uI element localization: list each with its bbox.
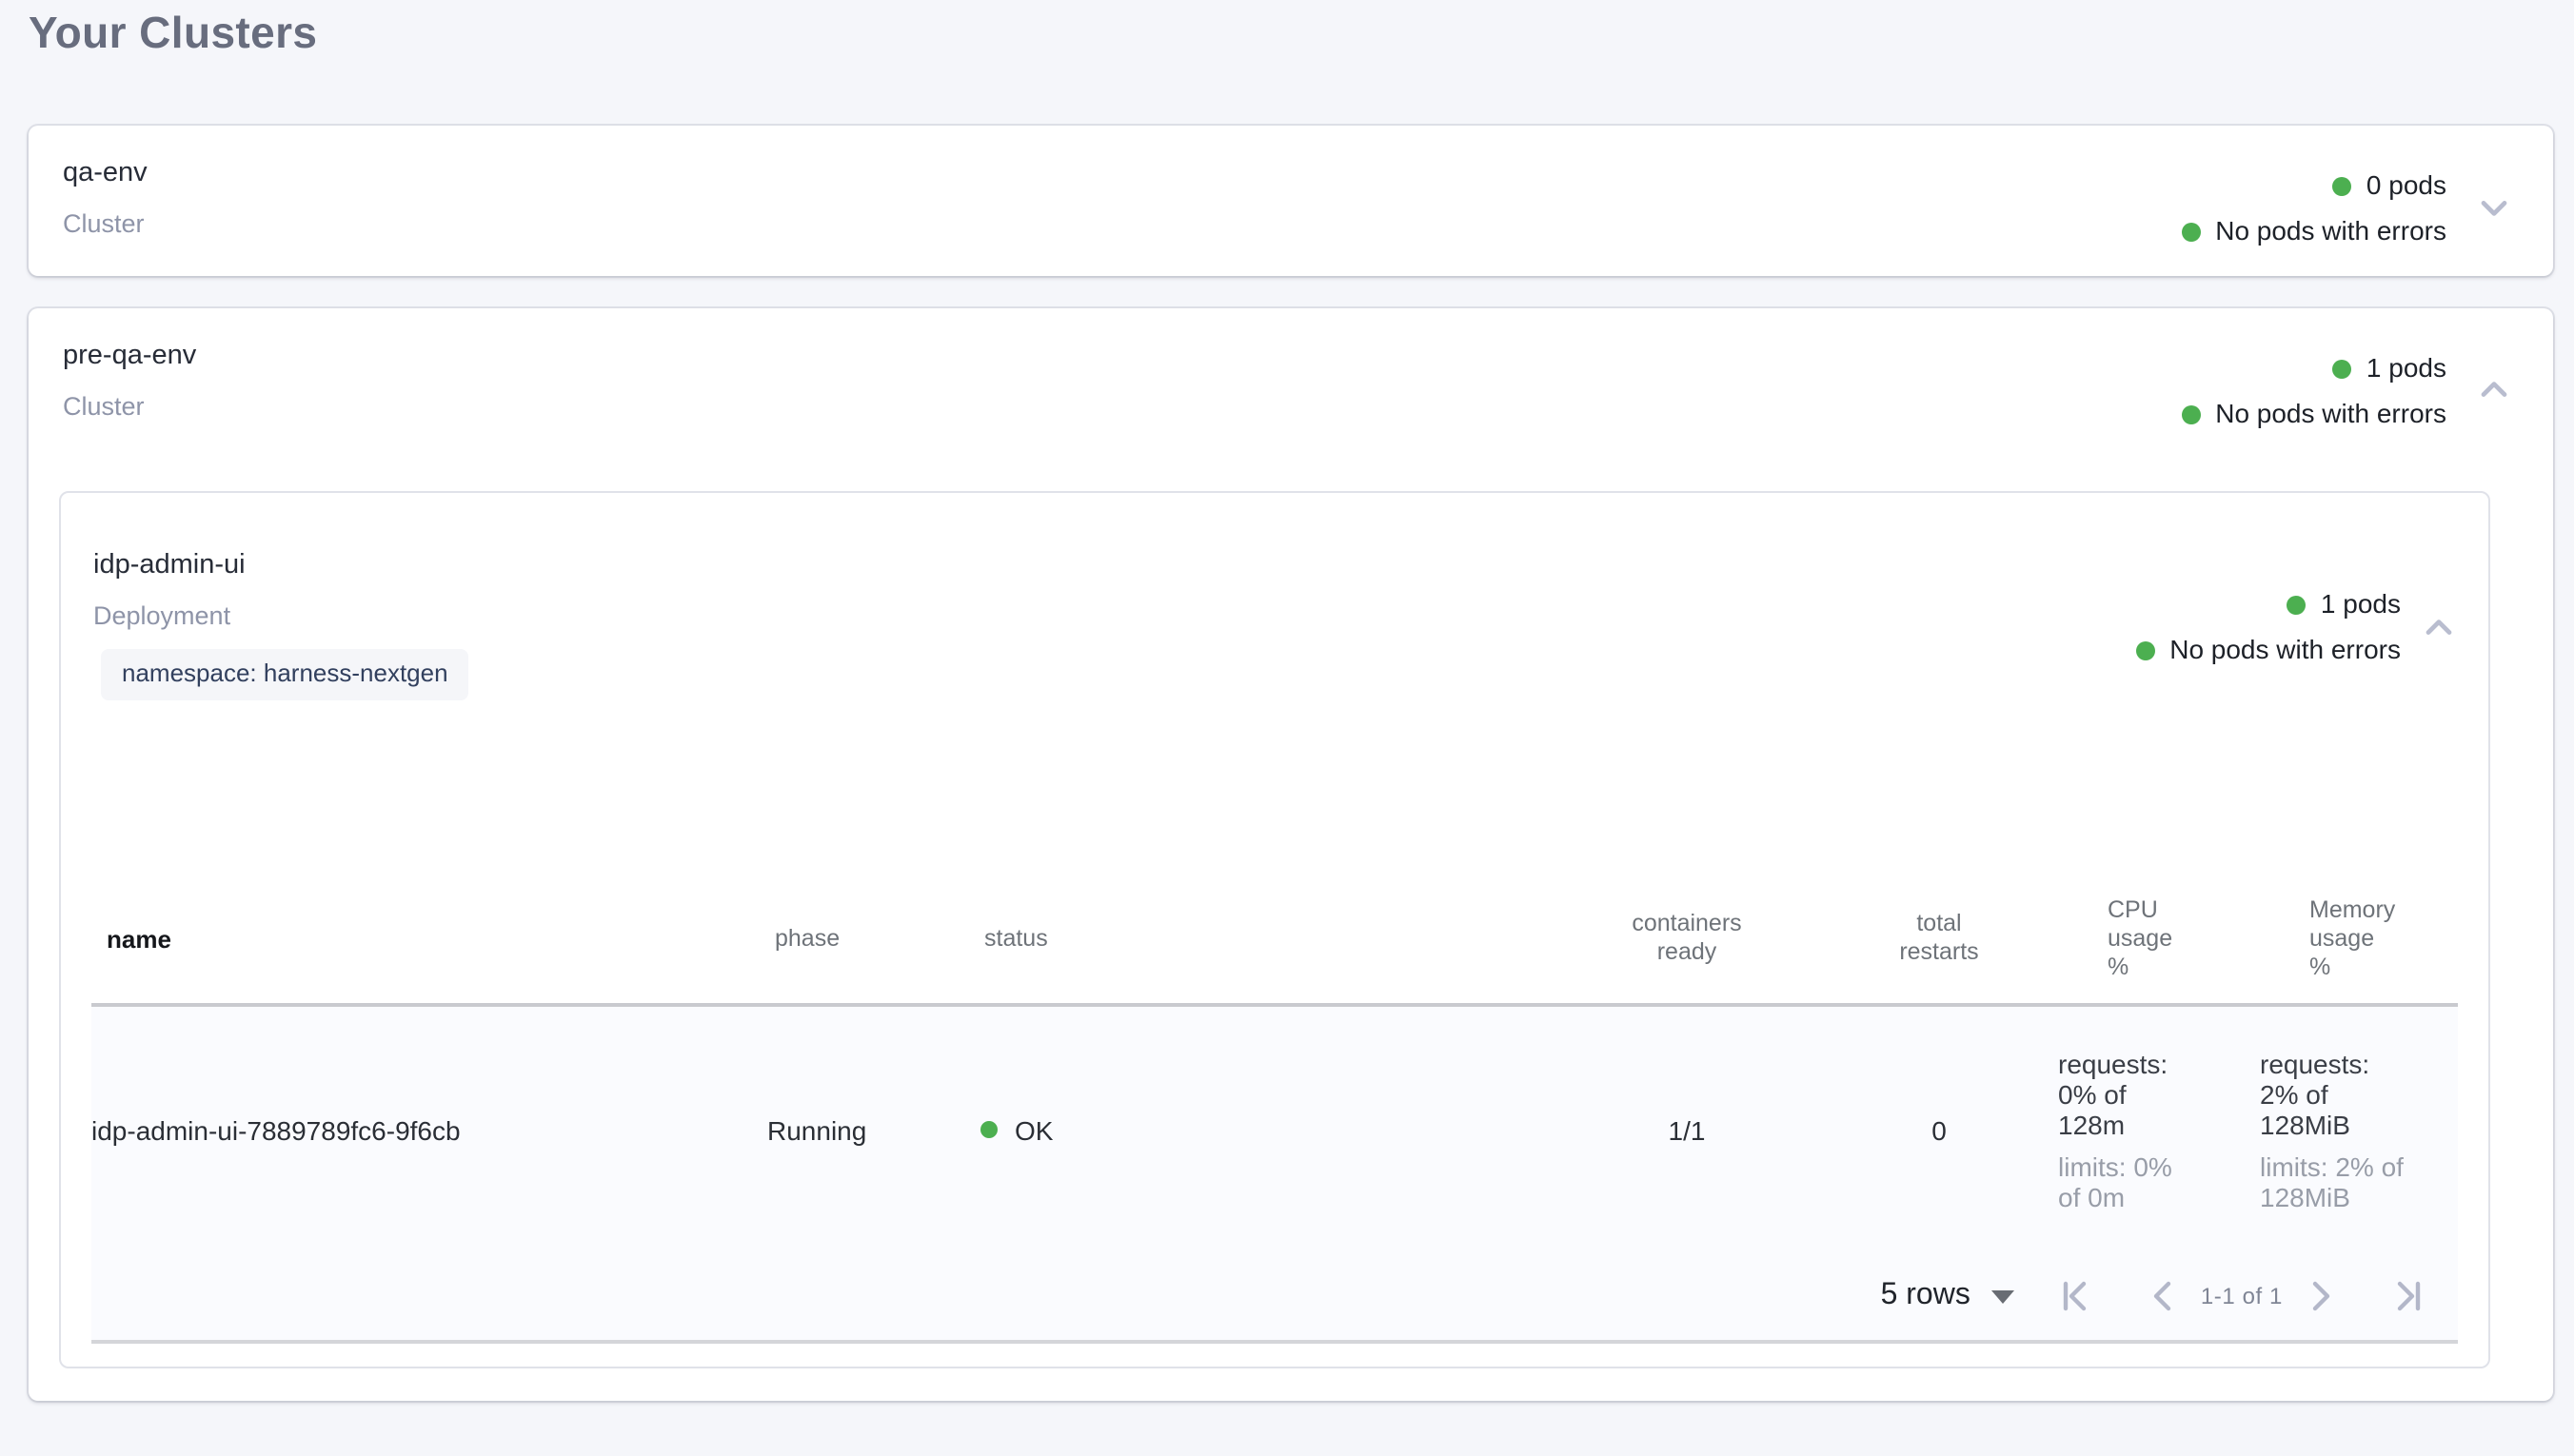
status-dot-icon [2181, 404, 2200, 423]
cpu-requests-label: requests: 0% of 128m [2058, 1048, 2260, 1139]
previous-page-button[interactable] [2140, 1273, 2186, 1319]
deployment-type-label: Deployment [93, 601, 2488, 630]
pods-count-label: 0 pods [2366, 169, 2446, 202]
table-header-row: name phase status containers ready total… [91, 874, 2458, 1005]
deployment-name: idp-admin-ui [93, 550, 2488, 580]
column-header-name: name [91, 874, 767, 1005]
pod-phase-cell: Running [767, 1005, 969, 1252]
cpu-limits-label: limits: 0% of 0m [2058, 1151, 2260, 1211]
memory-requests-label: requests: 2% of 128MiB [2260, 1048, 2458, 1139]
deployment-card: idp-admin-ui Deployment namespace: harne… [59, 491, 2490, 1368]
cluster-type-label: Cluster [63, 392, 196, 421]
chevron-up-icon[interactable] [2473, 369, 2515, 411]
status-dot-icon [2181, 222, 2200, 241]
chevron-down-icon[interactable] [2473, 187, 2515, 228]
first-page-button[interactable] [2052, 1273, 2098, 1319]
cpu-usage-cell: requests: 0% of 128m limits: 0% of 0m [2058, 1005, 2260, 1252]
pods-count-row: 1 pods [2332, 352, 2446, 384]
cluster-titles: qa-env Cluster [63, 158, 148, 238]
pods-summary: 1 pods No pods with errors [2181, 341, 2446, 430]
column-header-status: status [969, 874, 1554, 1005]
last-page-button[interactable] [2386, 1273, 2431, 1319]
pods-errors-row: No pods with errors [2181, 215, 2446, 247]
status-dot-icon [2332, 359, 2351, 378]
column-header-cpu-usage: CPU usage % [2058, 874, 2260, 1005]
status-dot-icon [2332, 176, 2351, 195]
cluster-name: pre-qa-env [63, 341, 196, 371]
cluster-card-header[interactable]: qa-env Cluster 0 pods No pods with error… [29, 126, 2553, 247]
pods-errors-label: No pods with errors [2215, 215, 2446, 247]
next-page-button[interactable] [2298, 1273, 2344, 1319]
pod-status-label: OK [1015, 1114, 1053, 1145]
column-header-phase: phase [767, 874, 969, 1005]
rows-per-page-select[interactable]: 5 rows [1881, 1279, 2014, 1313]
pods-count-row: 0 pods [2332, 169, 2446, 202]
chevron-up-icon[interactable] [2418, 607, 2460, 649]
pagination-row: 5 rows 1-1 of 1 [91, 1252, 2458, 1342]
pods-count-label: 1 pods [2366, 352, 2446, 384]
column-header-memory-usage: Memory usage % [2260, 874, 2458, 1005]
clusters-page: Your Clusters qa-env Cluster 0 pods No p… [0, 8, 2574, 1456]
pods-table: name phase status containers ready total… [91, 874, 2458, 1344]
pagination: 5 rows 1-1 of 1 [91, 1273, 2458, 1319]
pods-table-wrap: name phase status containers ready total… [91, 874, 2458, 1344]
memory-usage-cell: requests: 2% of 128MiB limits: 2% of 128… [2260, 1005, 2458, 1252]
pods-count-row: 1 pods [2287, 588, 2401, 620]
deployment-header: idp-admin-ui Deployment namespace: harne… [61, 493, 2488, 700]
status-dot-icon [980, 1121, 998, 1138]
cluster-type-label: Cluster [63, 209, 148, 238]
pod-name-cell: idp-admin-ui-7889789fc6-9f6cb [91, 1005, 767, 1252]
status-dot-icon [2287, 595, 2306, 614]
column-header-containers-ready: containers ready [1554, 874, 1820, 1005]
cluster-card-pre-qa-env: pre-qa-env Cluster 1 pods No pods with e… [29, 308, 2553, 1401]
cluster-titles: pre-qa-env Cluster [63, 341, 196, 421]
pods-count-label: 1 pods [2321, 588, 2401, 620]
memory-limits-label: limits: 2% of 128MiB [2260, 1151, 2458, 1211]
pods-summary: 0 pods No pods with errors [2181, 158, 2446, 247]
pods-summary: 1 pods No pods with errors [2135, 588, 2401, 666]
cluster-card-qa-env: qa-env Cluster 0 pods No pods with error… [29, 126, 2553, 276]
pod-table-row: idp-admin-ui-7889789fc6-9f6cb Running OK… [91, 1005, 2458, 1252]
total-restarts-cell: 0 [1820, 1005, 2058, 1252]
page-range-label: 1-1 of 1 [2201, 1283, 2283, 1309]
status-dot-icon [2135, 640, 2154, 659]
pods-errors-label: No pods with errors [2169, 634, 2401, 666]
pods-errors-row: No pods with errors [2181, 398, 2446, 430]
column-header-total-restarts: total restarts [1820, 874, 2058, 1005]
page-title: Your Clusters [29, 8, 2574, 57]
pods-errors-label: No pods with errors [2215, 398, 2446, 430]
pods-errors-row: No pods with errors [2135, 634, 2401, 666]
pod-status-cell: OK [969, 1005, 1554, 1252]
cluster-card-header[interactable]: pre-qa-env Cluster 1 pods No pods with e… [29, 308, 2553, 430]
containers-ready-cell: 1/1 [1554, 1005, 1820, 1252]
namespace-badge: namespace: harness-nextgen [101, 649, 469, 700]
caret-down-icon [1991, 1289, 2014, 1303]
rows-per-page-label: 5 rows [1881, 1279, 1970, 1313]
cluster-name: qa-env [63, 158, 148, 188]
